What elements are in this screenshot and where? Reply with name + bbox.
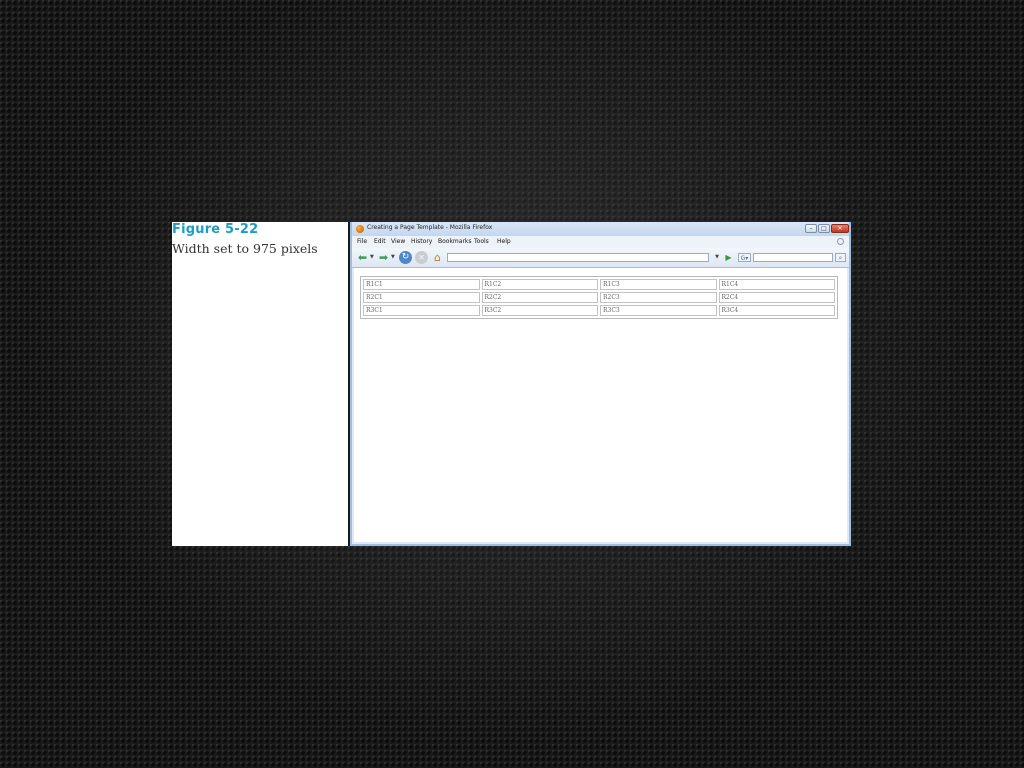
browser-window: Creating a Page Template - Mozilla Firef… — [348, 222, 851, 546]
firefox-icon — [356, 225, 364, 233]
window-title: Creating a Page Template - Mozilla Firef… — [367, 224, 493, 231]
activity-throbber-icon — [837, 238, 844, 245]
menu-edit[interactable]: Edit — [374, 238, 386, 245]
menu-file[interactable]: File — [357, 238, 367, 245]
table-cell: R3C3 — [600, 305, 717, 316]
url-dropdown-button[interactable]: ▼ — [713, 253, 721, 262]
url-input[interactable] — [447, 253, 709, 262]
back-arrow-icon[interactable]: ⬅ — [356, 251, 369, 264]
home-icon[interactable]: ⌂ — [431, 251, 444, 264]
reload-icon[interactable]: ↻ — [399, 251, 412, 264]
table-cell: R2C2 — [481, 292, 598, 303]
table-cell: R1C4 — [718, 279, 835, 290]
menu-history[interactable]: History — [411, 238, 432, 245]
back-history-dropdown[interactable]: ▼ — [370, 254, 374, 260]
maximize-button[interactable]: □ — [818, 224, 830, 233]
table-row: R3C1 R3C2 R3C3 R3C4 — [363, 305, 835, 316]
table-cell: R2C3 — [600, 292, 717, 303]
minimize-button[interactable]: – — [805, 224, 817, 233]
search-input[interactable] — [753, 253, 833, 262]
search-icon[interactable]: ⌕ — [835, 253, 846, 262]
table-row: R1C1 R1C2 R1C3 R1C4 — [363, 279, 835, 290]
page-content: R1C1 R1C2 R1C3 R1C4 R2C1 R2C2 R2C3 R2C4 … — [354, 268, 847, 542]
layout-table: R1C1 R1C2 R1C3 R1C4 R2C1 R2C2 R2C3 R2C4 … — [360, 276, 838, 319]
close-button[interactable]: ✕ — [831, 224, 849, 233]
menu-tools[interactable]: Tools — [474, 238, 489, 245]
slide: Figure 5-22 Width set to 975 pixels Crea… — [172, 222, 851, 546]
figure-caption: Figure 5-22 Width set to 975 pixels — [172, 222, 348, 546]
menu-help[interactable]: Help — [497, 238, 511, 245]
menu-bookmarks[interactable]: Bookmarks — [438, 238, 472, 245]
forward-arrow-icon[interactable]: ➡ — [377, 251, 390, 264]
table-cell: R1C1 — [363, 279, 480, 290]
figure-description: Width set to 975 pixels — [172, 241, 318, 256]
search-engine-icon[interactable]: G▾ — [738, 253, 751, 262]
figure-label: Figure 5-22 — [172, 222, 259, 237]
menu-view[interactable]: View — [391, 238, 405, 245]
table-cell: R1C2 — [481, 279, 598, 290]
title-bar[interactable]: Creating a Page Template - Mozilla Firef… — [352, 222, 849, 236]
table-row: R2C1 R2C2 R2C3 R2C4 — [363, 292, 835, 303]
table-cell: R1C3 — [600, 279, 717, 290]
table-cell: R2C1 — [363, 292, 480, 303]
table-cell: R3C2 — [481, 305, 598, 316]
table-cell: R3C1 — [363, 305, 480, 316]
forward-history-dropdown[interactable]: ▼ — [391, 254, 395, 260]
navigation-toolbar: ⬅ ▼ ➡ ▼ ↻ ✕ ⌂ ▼ ▶ G▾ ⌕ — [352, 248, 849, 268]
menu-bar: File Edit View History Bookmarks Tools H… — [352, 236, 849, 248]
table-cell: R2C4 — [718, 292, 835, 303]
go-arrow-icon[interactable]: ▶ — [723, 252, 734, 263]
table-cell: R3C4 — [718, 305, 835, 316]
window-frame: Creating a Page Template - Mozilla Firef… — [350, 222, 851, 546]
stop-icon[interactable]: ✕ — [415, 251, 428, 264]
